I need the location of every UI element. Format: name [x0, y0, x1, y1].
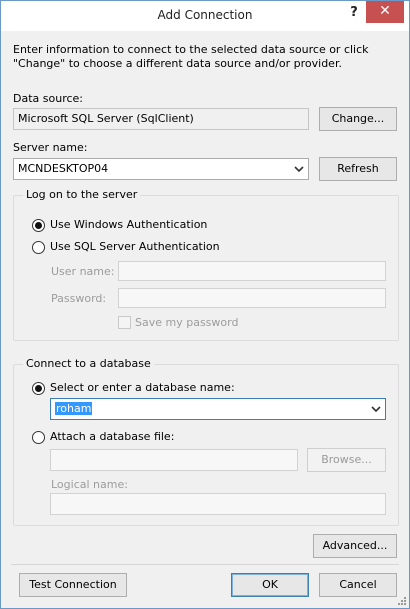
- user-name-label: User name:: [51, 265, 115, 278]
- server-name-label: Server name:: [13, 141, 88, 154]
- cancel-button[interactable]: Cancel: [319, 573, 397, 597]
- refresh-button[interactable]: Refresh: [319, 157, 397, 181]
- database-name-value: roham: [55, 402, 93, 415]
- attach-file-label[interactable]: Attach a database file:: [50, 430, 174, 443]
- ok-button[interactable]: OK: [231, 573, 309, 597]
- intro-text: Enter information to connect to the sele…: [13, 43, 369, 70]
- advanced-button[interactable]: Advanced...: [313, 534, 397, 558]
- close-button[interactable]: ✕: [366, 1, 404, 23]
- attach-file-radio[interactable]: [32, 431, 45, 444]
- user-name-field: [118, 261, 386, 281]
- password-label: Password:: [51, 292, 107, 305]
- sql-auth-radio[interactable]: [32, 241, 45, 254]
- resize-grip-icon[interactable]: [397, 596, 407, 606]
- select-database-radio[interactable]: [32, 382, 45, 395]
- server-name-combobox[interactable]: MCNDESKTOP04: [13, 158, 309, 180]
- logon-group-label: Log on to the server: [23, 188, 141, 201]
- close-icon: ✕: [379, 3, 391, 19]
- windows-auth-label[interactable]: Use Windows Authentication: [50, 218, 207, 231]
- data-source-field: Microsoft SQL Server (SqlClient): [13, 108, 309, 130]
- select-database-label[interactable]: Select or enter a database name:: [50, 381, 235, 394]
- database-name-combobox[interactable]: roham: [50, 398, 386, 420]
- logical-name-field: [50, 493, 386, 515]
- change-button[interactable]: Change...: [319, 107, 397, 131]
- save-password-label: Save my password: [135, 316, 239, 329]
- browse-button: Browse...: [307, 448, 386, 472]
- sql-auth-label[interactable]: Use SQL Server Authentication: [50, 240, 220, 253]
- footer-separator: [11, 564, 399, 565]
- windows-auth-radio[interactable]: [32, 219, 45, 232]
- attach-file-field: [50, 449, 298, 471]
- data-source-label: Data source:: [13, 92, 83, 105]
- database-group-label: Connect to a database: [23, 357, 154, 370]
- password-field: [118, 288, 386, 308]
- chevron-down-icon[interactable]: [369, 402, 383, 416]
- logical-name-label: Logical name:: [51, 478, 128, 491]
- server-name-value: MCNDESKTOP04: [18, 162, 109, 175]
- save-password-checkbox: [118, 316, 131, 329]
- add-connection-dialog: Add Connection ? ✕ Enter information to …: [0, 0, 410, 609]
- test-connection-button[interactable]: Test Connection: [19, 573, 127, 597]
- help-button[interactable]: ?: [343, 3, 365, 25]
- title-bar: Add Connection ? ✕: [1, 1, 409, 31]
- chevron-down-icon[interactable]: [292, 162, 306, 176]
